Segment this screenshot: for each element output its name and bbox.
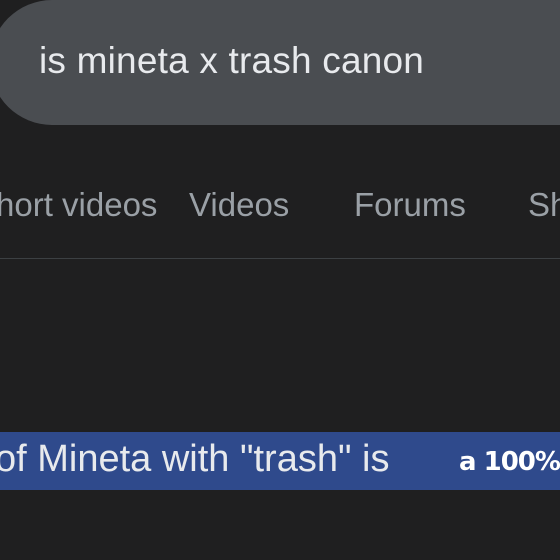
- search-input[interactable]: is mineta x trash canon: [39, 40, 424, 82]
- highlighted-result-text: of Mineta with "trash" is: [0, 438, 390, 480]
- tab-videos[interactable]: Videos: [189, 186, 289, 224]
- handwritten-annotation: a 100%: [459, 447, 560, 477]
- search-tabs: Short videos Videos Forums Shopping: [0, 170, 560, 240]
- tab-forums[interactable]: Forums: [354, 186, 466, 224]
- search-results-page: is mineta x trash canon Short videos Vid…: [0, 0, 560, 560]
- search-bar[interactable]: is mineta x trash canon: [0, 0, 560, 125]
- tab-shopping[interactable]: Shopping: [528, 186, 560, 224]
- tabs-divider: [0, 258, 560, 259]
- tab-short-videos[interactable]: Short videos: [0, 186, 157, 224]
